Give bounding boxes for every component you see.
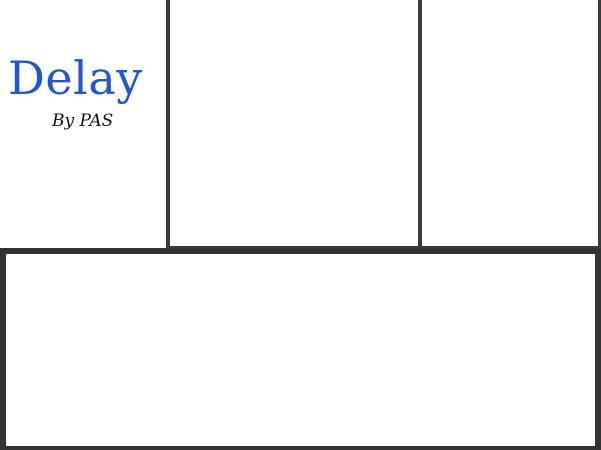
app-title: Delay [8,51,143,105]
bottom-panel [0,248,601,450]
delay-plugin-window: Delay By PAS [0,0,601,450]
top-right-panel [418,0,601,250]
app-subtitle: By PAS [52,111,114,131]
title-block: Delay By PAS [0,0,166,248]
top-middle-panel [166,0,422,250]
